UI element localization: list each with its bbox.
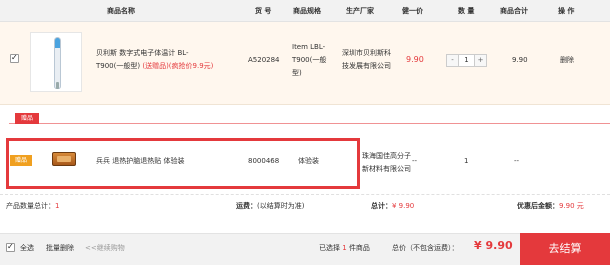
quantity-input[interactable]: 1 [458,55,475,66]
product-name-line1: 贝利斯 数字式电子体温计 BL- [96,49,189,57]
checkout-button[interactable]: 去结算 [520,233,610,265]
maker-line1: 深圳市贝利斯科 [342,49,391,57]
quantity-stepper: - 1 + [446,54,487,67]
delete-link[interactable]: 删除 [560,54,574,67]
item-checkbox[interactable] [10,53,19,63]
gift-divider [9,123,610,124]
spec-line2: T900(一般 [292,56,327,64]
discount-summary: 优惠后金额：9.90 元 [517,201,584,211]
header-quantity: 数 量 [458,7,475,15]
gift-code: 8000468 [248,157,280,165]
item-subtotal: 9.90 [512,56,528,64]
shipping-note: (以结算时为准) [257,202,305,210]
continue-shopping-link[interactable]: <<继续购物 [85,243,125,253]
product-spec: Item LBL- T900(一般 型) [292,41,336,80]
summary-divider [0,194,610,195]
header-spec: 商品规格 [293,7,321,15]
gift-quantity: 1 [464,157,469,165]
quantity-increase-button[interactable]: + [475,55,486,66]
maker-line2: 技发展有限公司 [342,62,391,70]
item-count-label: 产品数量总计： [6,202,55,210]
shipping-summary: 运费：(以结算时为准) [236,201,304,211]
selected-count-text: 已选择 1 件商品 [319,243,370,253]
promo-text: (送赠品)(疯抢价9.9元) [142,62,214,70]
unit-price: 9.90 [406,55,424,64]
quantity-decrease-button[interactable]: - [447,55,458,66]
gift-spec: 体验装 [298,157,319,165]
total-value: ¥ 9.90 [392,202,415,210]
select-all-checkbox[interactable] [6,242,15,252]
gift-price: -- [412,157,418,165]
footer-total-label: 总价（不包含运费）： [392,244,459,252]
spec-line1: Item LBL- [292,43,326,51]
gift-subtotal: -- [514,157,520,165]
total-summary: 总计：¥ 9.90 [371,201,414,211]
header-price: 健一价 [402,7,423,15]
batch-delete-link[interactable]: 批量删除 [46,243,74,253]
gift-maker-line1: 珠海国佳高分子 [362,152,411,160]
header-operation: 操 作 [558,7,575,15]
gift-tag: 赠品 [10,155,32,166]
gift-name[interactable]: 兵兵 退热护脑退热贴 体验装 [96,155,184,168]
gift-maker-line2: 新材料有限公司 [362,165,411,173]
selected-count: 1 [342,244,347,252]
product-name-line2: T900(一般型) [96,62,141,70]
header-total: 商品合计 [500,7,528,15]
header-product-name: 商品名称 [107,7,135,15]
product-image [30,32,82,92]
item-count-value: 1 [55,202,60,210]
item-count-summary: 产品数量总计：1 [6,201,59,211]
total-label: 总计： [371,202,392,210]
header-code: 货 号 [255,7,272,15]
shipping-label: 运费： [236,202,257,210]
thermometer-icon [54,37,61,89]
spec-line3: 型) [292,69,302,77]
gift-image [52,152,76,166]
product-code: A520284 [248,56,280,64]
header-maker: 生产厂家 [346,7,374,15]
discount-value: 9.90 元 [559,202,584,210]
select-all-label[interactable]: 全选 [20,243,34,253]
selected-pre: 已选择 [319,244,340,252]
product-maker: 深圳市贝利斯科 技发展有限公司 [342,47,402,73]
footer-total-value: ¥ 9.90 [474,239,513,252]
product-name[interactable]: 贝利斯 数字式电子体温计 BL- T900(一般型) (送赠品)(疯抢价9.9元… [96,47,231,73]
selected-post: 件商品 [348,244,370,252]
discount-label: 优惠后金额： [517,202,559,210]
